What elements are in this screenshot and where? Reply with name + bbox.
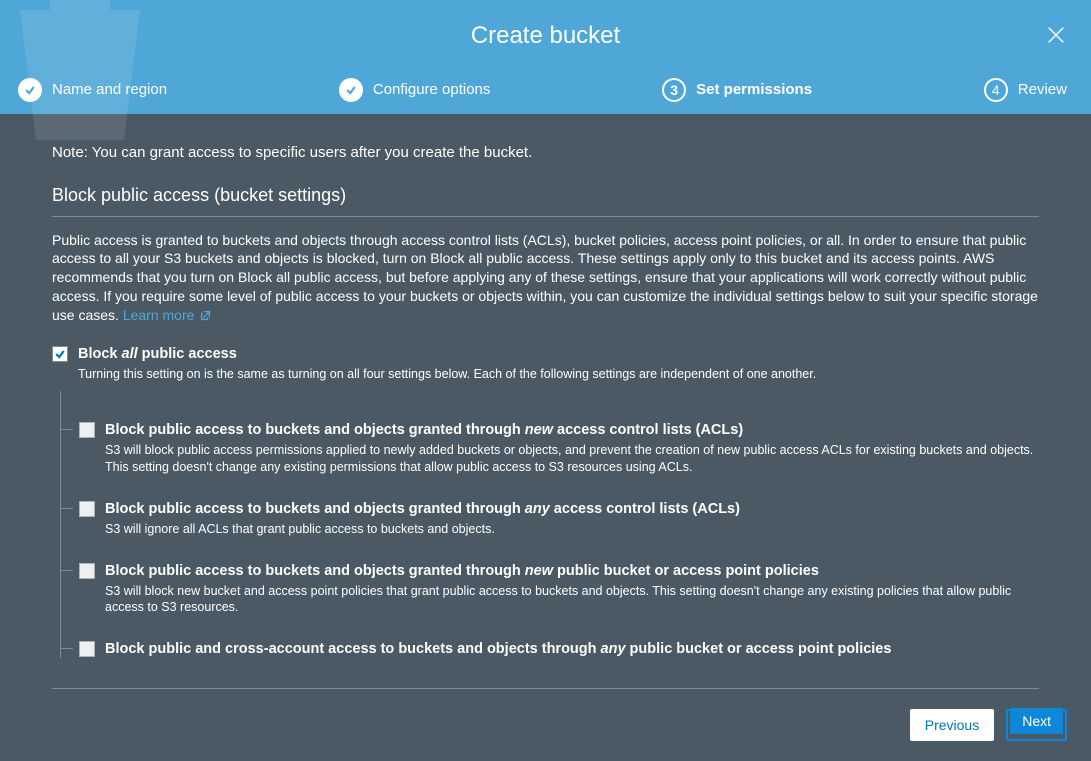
section-title: Block public access (bucket settings): [52, 185, 1039, 206]
step-name-and-region[interactable]: Name and region: [18, 78, 167, 102]
checkmark-icon: [54, 348, 66, 360]
dialog-body: Note: You can grant access to specific u…: [0, 114, 1091, 658]
create-bucket-dialog: Create bucket Name and region Configure …: [0, 0, 1091, 761]
step-label: Set permissions: [696, 81, 812, 98]
section-description: Public access is granted to buckets and …: [52, 231, 1039, 325]
child-checkbox-any-acl[interactable]: [79, 501, 95, 517]
block-all-sublabel: Turning this setting on is the same as t…: [78, 366, 816, 383]
block-all-label-group: Block all public access Turning this set…: [78, 345, 816, 383]
wizard-steps: Name and region Configure options 3 Set …: [0, 78, 1091, 102]
child-setting-row: Block public access to buckets and objec…: [61, 548, 1039, 627]
next-button[interactable]: Next: [1010, 708, 1063, 734]
step-number-icon: 4: [984, 78, 1008, 102]
step-label: Review: [1018, 81, 1067, 98]
step-configure-options[interactable]: Configure options: [339, 78, 491, 102]
child-label: Block public access to buckets and objec…: [105, 501, 740, 517]
note-text: Note: You can grant access to specific u…: [52, 144, 1039, 161]
child-setting-row: Block public access to buckets and objec…: [61, 486, 1039, 548]
child-label: Block public access to buckets and objec…: [105, 563, 819, 579]
close-icon: [1045, 24, 1067, 46]
child-label: Block public access to buckets and objec…: [105, 422, 743, 438]
child-sublabel: S3 will ignore all ACLs that grant publi…: [105, 521, 740, 538]
check-icon: [18, 78, 42, 102]
step-label: Configure options: [373, 81, 491, 98]
child-checkbox-any-policy[interactable]: [79, 641, 95, 657]
external-link-icon: [200, 310, 211, 321]
close-button[interactable]: [1045, 24, 1067, 46]
learn-more-label: Learn more: [123, 307, 195, 323]
check-icon: [339, 78, 363, 102]
child-setting-row: Block public and cross-account access to…: [61, 626, 1039, 658]
child-sublabel: S3 will block new bucket and access poin…: [105, 583, 1039, 617]
block-all-label: Block all public access: [78, 346, 237, 362]
child-checkbox-new-policy[interactable]: [79, 563, 95, 579]
learn-more-link[interactable]: Learn more: [123, 307, 211, 323]
step-number-icon: 3: [662, 78, 686, 102]
block-all-checkbox[interactable]: [52, 346, 68, 362]
child-sublabel: S3 will block public access permissions …: [105, 442, 1039, 476]
step-set-permissions[interactable]: 3 Set permissions: [662, 78, 812, 102]
child-label: Block public and cross-account access to…: [105, 641, 891, 657]
child-setting-row: Block public access to buckets and objec…: [61, 391, 1039, 486]
divider: [52, 216, 1039, 217]
child-checkbox-new-acl[interactable]: [79, 422, 95, 438]
block-all-public-access-row: Block all public access Turning this set…: [52, 345, 1039, 383]
step-review[interactable]: 4 Review: [984, 78, 1067, 102]
block-children: Block public access to buckets and objec…: [60, 391, 1039, 658]
step-label: Name and region: [52, 81, 167, 98]
next-button-focus-ring: Next: [1006, 709, 1067, 741]
dialog-footer: Previous Next: [0, 689, 1091, 761]
block-public-access-settings: Block all public access Turning this set…: [52, 345, 1039, 658]
dialog-header: Create bucket Name and region Configure …: [0, 0, 1091, 114]
previous-button[interactable]: Previous: [910, 709, 994, 741]
dialog-title: Create bucket: [0, 0, 1091, 50]
